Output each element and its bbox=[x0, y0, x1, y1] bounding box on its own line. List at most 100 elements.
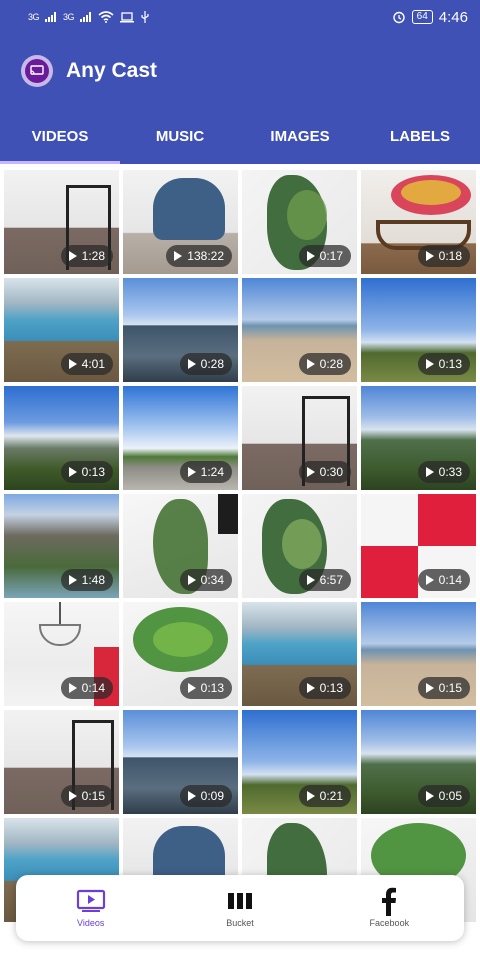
alarm-icon bbox=[392, 11, 405, 24]
video-thumbnail[interactable]: 138:22 bbox=[123, 170, 238, 274]
duration-label: 0:34 bbox=[200, 573, 224, 587]
nav-facebook[interactable]: Facebook bbox=[315, 875, 464, 941]
play-icon bbox=[425, 359, 434, 369]
video-thumbnail[interactable]: 0:14 bbox=[361, 494, 476, 598]
duration-badge: 0:13 bbox=[298, 677, 351, 699]
tab-images[interactable]: IMAGES bbox=[240, 108, 360, 164]
battery-indicator: 64 bbox=[411, 10, 433, 24]
play-icon bbox=[187, 683, 196, 693]
nav-bucket-label: Bucket bbox=[226, 918, 254, 928]
duration-label: 4:01 bbox=[81, 357, 105, 371]
video-thumbnail[interactable]: 0:13 bbox=[361, 278, 476, 382]
duration-badge: 0:18 bbox=[417, 245, 470, 267]
duration-label: 0:15 bbox=[81, 789, 105, 803]
duration-label: 6:57 bbox=[319, 573, 343, 587]
bottom-nav: Videos Bucket Facebook bbox=[16, 875, 464, 941]
play-icon bbox=[306, 683, 315, 693]
play-icon bbox=[306, 575, 315, 585]
video-thumbnail[interactable]: 0:18 bbox=[361, 170, 476, 274]
play-icon bbox=[425, 575, 434, 585]
video-thumbnail[interactable]: 0:17 bbox=[242, 170, 357, 274]
duration-badge: 0:14 bbox=[60, 677, 113, 699]
play-icon bbox=[68, 467, 77, 477]
video-grid: 1:28 138:22 0:17 0:18 4:01 0:28 0:28 0:1… bbox=[4, 170, 476, 922]
duration-label: 1:24 bbox=[200, 465, 224, 479]
duration-label: 0:14 bbox=[81, 681, 105, 695]
tab-bar: VIDEOS MUSIC IMAGES LABELS bbox=[0, 108, 480, 164]
tab-labels[interactable]: LABELS bbox=[360, 108, 480, 164]
duration-label: 0:05 bbox=[438, 789, 462, 803]
play-icon bbox=[68, 251, 77, 261]
duration-label: 0:18 bbox=[438, 249, 462, 263]
video-thumbnail[interactable]: 1:28 bbox=[4, 170, 119, 274]
duration-badge: 0:33 bbox=[417, 461, 470, 483]
duration-badge: 1:28 bbox=[60, 245, 113, 267]
bucket-icon bbox=[227, 888, 253, 914]
video-thumbnail[interactable]: 0:21 bbox=[242, 710, 357, 814]
duration-label: 1:48 bbox=[81, 573, 105, 587]
duration-badge: 0:13 bbox=[417, 353, 470, 375]
facebook-icon bbox=[380, 887, 398, 916]
app-bar: Any Cast bbox=[0, 34, 480, 108]
video-thumbnail[interactable]: 0:13 bbox=[242, 602, 357, 706]
nav-bucket[interactable]: Bucket bbox=[165, 875, 314, 941]
signal-icon bbox=[45, 12, 57, 22]
video-thumbnail[interactable]: 4:01 bbox=[4, 278, 119, 382]
duration-label: 0:33 bbox=[438, 465, 462, 479]
video-thumbnail[interactable]: 0:13 bbox=[4, 386, 119, 490]
video-thumbnail[interactable]: 0:28 bbox=[123, 278, 238, 382]
duration-label: 0:13 bbox=[438, 357, 462, 371]
video-thumbnail[interactable]: 1:24 bbox=[123, 386, 238, 490]
duration-label: 0:30 bbox=[319, 465, 343, 479]
duration-badge: 0:15 bbox=[60, 785, 113, 807]
video-icon bbox=[76, 888, 106, 914]
play-icon bbox=[187, 791, 196, 801]
tab-music[interactable]: MUSIC bbox=[120, 108, 240, 164]
video-thumbnail[interactable]: 0:28 bbox=[242, 278, 357, 382]
duration-badge: 138:22 bbox=[166, 245, 232, 267]
play-icon bbox=[306, 791, 315, 801]
video-thumbnail[interactable]: 6:57 bbox=[242, 494, 357, 598]
play-icon bbox=[425, 791, 434, 801]
video-thumbnail[interactable]: 0:15 bbox=[4, 710, 119, 814]
laptop-icon bbox=[120, 11, 135, 22]
network-2-label: 3G bbox=[63, 11, 75, 22]
video-thumbnail[interactable]: 0:13 bbox=[123, 602, 238, 706]
duration-label: 0:21 bbox=[319, 789, 343, 803]
video-thumbnail[interactable]: 0:34 bbox=[123, 494, 238, 598]
duration-badge: 0:13 bbox=[179, 677, 232, 699]
duration-badge: 1:48 bbox=[60, 569, 113, 591]
network-1-label: 3G bbox=[28, 11, 40, 22]
cast-icon bbox=[25, 59, 49, 83]
duration-label: 0:13 bbox=[200, 681, 224, 695]
play-icon bbox=[187, 575, 196, 585]
status-left: 3G 3G bbox=[28, 11, 150, 23]
duration-badge: 0:28 bbox=[298, 353, 351, 375]
status-right: 64 4:46 bbox=[392, 9, 468, 26]
duration-label: 0:15 bbox=[438, 681, 462, 695]
duration-badge: 0:14 bbox=[417, 569, 470, 591]
play-icon bbox=[425, 251, 434, 261]
video-thumbnail[interactable]: 0:05 bbox=[361, 710, 476, 814]
wifi-icon bbox=[98, 11, 114, 23]
video-thumbnail[interactable]: 0:33 bbox=[361, 386, 476, 490]
nav-facebook-label: Facebook bbox=[369, 918, 410, 928]
video-thumbnail[interactable]: 0:30 bbox=[242, 386, 357, 490]
nav-videos-label: Videos bbox=[76, 918, 105, 928]
duration-badge: 0:34 bbox=[179, 569, 232, 591]
video-thumbnail[interactable]: 1:48 bbox=[4, 494, 119, 598]
duration-label: 0:09 bbox=[200, 789, 224, 803]
duration-badge: 0:09 bbox=[179, 785, 232, 807]
duration-badge: 0:05 bbox=[417, 785, 470, 807]
duration-label: 138:22 bbox=[187, 249, 224, 263]
video-thumbnail[interactable]: 0:14 bbox=[4, 602, 119, 706]
video-thumbnail[interactable]: 0:09 bbox=[123, 710, 238, 814]
video-thumbnail[interactable]: 0:15 bbox=[361, 602, 476, 706]
duration-badge: 4:01 bbox=[60, 353, 113, 375]
duration-badge: 0:15 bbox=[417, 677, 470, 699]
nav-videos[interactable]: Videos bbox=[16, 875, 165, 941]
duration-label: 0:14 bbox=[438, 573, 462, 587]
duration-label: 0:17 bbox=[319, 249, 343, 263]
tab-videos[interactable]: VIDEOS bbox=[0, 108, 120, 164]
duration-label: 0:13 bbox=[81, 465, 105, 479]
